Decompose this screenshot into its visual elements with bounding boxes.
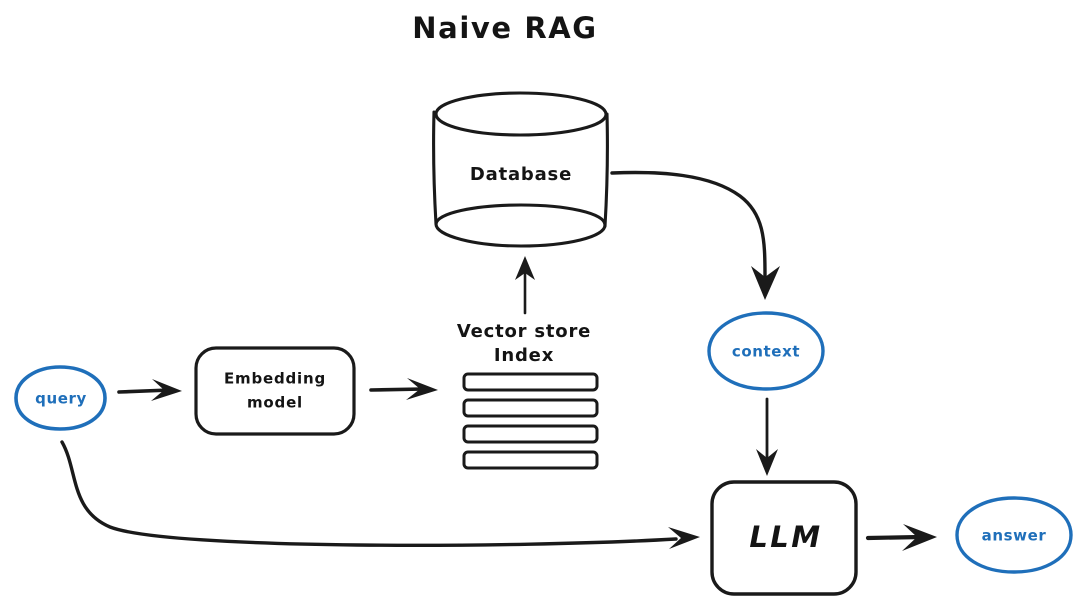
edge-llm-to-answer xyxy=(865,524,937,551)
database-label: Database xyxy=(470,164,572,185)
diagram-canvas: Naive RAG Database Vector store Index qu… xyxy=(0,0,1080,606)
query-to-llm-line xyxy=(60,440,678,548)
edge-query-to-llm xyxy=(60,440,700,549)
database-top-ellipse xyxy=(434,91,608,137)
vector-store-label-line1: Vector store xyxy=(457,321,591,342)
node-query: query xyxy=(14,365,107,431)
node-answer: answer xyxy=(955,496,1073,574)
vector-store-bar xyxy=(462,424,599,444)
vector-store-bar xyxy=(462,450,599,470)
edge-embedding-to-vector-store xyxy=(369,378,438,400)
context-label: context xyxy=(732,343,800,361)
vector-store-bar xyxy=(462,372,599,392)
llm-label: LLM xyxy=(749,520,822,554)
embedding-to-vector-store-line xyxy=(369,387,426,392)
node-llm: LLM xyxy=(710,480,858,596)
diagram-title: Naive RAG xyxy=(412,11,597,45)
database-right-wall xyxy=(603,112,609,228)
node-context: context xyxy=(707,311,825,391)
edge-database-to-context xyxy=(610,170,780,300)
query-label: query xyxy=(35,390,87,408)
embedding-model-label-line2: model xyxy=(247,394,303,412)
edge-vector-store-to-database xyxy=(515,256,535,315)
database-bottom-ellipse xyxy=(434,203,607,248)
answer-label: answer xyxy=(982,527,1047,545)
database-left-wall xyxy=(432,110,438,226)
embedding-model-box xyxy=(194,346,356,436)
llm-to-answer-line xyxy=(865,534,924,541)
node-database: Database xyxy=(432,91,609,248)
edge-query-to-embedding xyxy=(117,379,182,401)
vector-store-bar xyxy=(462,398,599,418)
node-vector-store: Vector store Index xyxy=(457,321,599,470)
embedding-model-label-line1: Embedding xyxy=(224,370,326,388)
edge-context-to-llm xyxy=(756,397,778,476)
node-embedding-model: Embedding model xyxy=(194,346,356,436)
vector-store-label-line2: Index xyxy=(494,345,554,366)
database-to-context-line xyxy=(610,170,767,278)
